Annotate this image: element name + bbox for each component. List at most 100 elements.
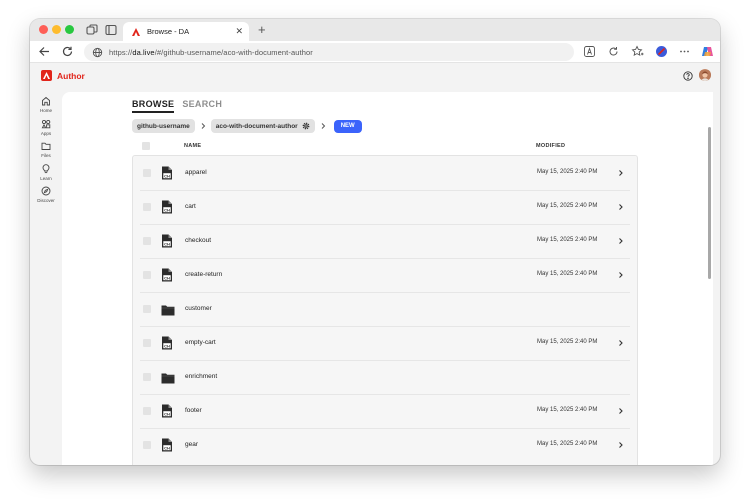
svg-text:CH: CH: [164, 411, 170, 416]
document-icon: CH: [161, 268, 173, 282]
list-item[interactable]: CH empty-cart May 15, 2025 2:40 PM: [133, 326, 637, 360]
workspaces-icon[interactable]: [85, 23, 99, 37]
tab-browse[interactable]: BROWSE: [132, 99, 175, 113]
list-item[interactable]: CH gear May 15, 2025 2:40 PM: [133, 428, 637, 462]
row-name[interactable]: gear: [185, 441, 198, 448]
list-item[interactable]: CH apparel May 15, 2025 2:40 PM: [133, 156, 637, 190]
gear-icon[interactable]: [302, 122, 310, 130]
row-checkbox[interactable]: [143, 169, 151, 177]
new-button[interactable]: NEW: [333, 119, 362, 133]
row-name[interactable]: customer: [185, 305, 212, 312]
folder-icon: [161, 371, 175, 384]
reader-mode-icon[interactable]: [583, 45, 596, 58]
tab-search[interactable]: SEARCH: [182, 99, 222, 113]
sidenav-label: Learn: [40, 176, 52, 181]
main-content: BROWSE SEARCH github-username aco-with-d…: [62, 92, 713, 465]
chevron-right-icon[interactable]: [617, 237, 624, 245]
extension-icon[interactable]: [607, 45, 620, 58]
row-divider: [140, 258, 630, 259]
column-header-name[interactable]: NAME: [184, 143, 201, 149]
row-modified: May 15, 2025 2:40 PM: [537, 237, 598, 243]
row-checkbox[interactable]: [143, 271, 151, 279]
title-bar: Browse - DA ✕ +: [30, 19, 720, 41]
new-tab-icon[interactable]: +: [258, 22, 266, 37]
favorites-star-icon[interactable]: [631, 45, 644, 58]
tab-actions-icon[interactable]: [104, 23, 118, 37]
active-tab[interactable]: Browse - DA ✕: [123, 22, 249, 41]
row-divider: [140, 190, 630, 191]
row-modified: May 15, 2025 2:40 PM: [537, 339, 598, 345]
select-all-checkbox[interactable]: [142, 142, 150, 150]
minimize-window-button[interactable]: [52, 25, 61, 34]
address-bar: https://da.live/#/github-username/aco-wi…: [30, 41, 720, 63]
folder-icon: [41, 142, 51, 150]
row-checkbox[interactable]: [143, 373, 151, 381]
profile-extension-icon[interactable]: [655, 45, 668, 58]
globe-icon: [92, 47, 103, 57]
row-checkbox[interactable]: [143, 407, 151, 415]
row-name[interactable]: empty-cart: [185, 339, 216, 346]
chevron-right-icon: [321, 123, 325, 129]
scrollbar-thumb[interactable]: [708, 127, 711, 279]
sidenav-item-apps[interactable]: Apps: [30, 119, 62, 136]
sidenav-item-learn[interactable]: Learn: [30, 164, 62, 181]
row-checkbox[interactable]: [143, 203, 151, 211]
chevron-right-icon[interactable]: [617, 339, 624, 347]
app-name[interactable]: Author: [57, 71, 85, 81]
sidenav-label: Files: [41, 153, 51, 158]
zoom-window-button[interactable]: [65, 25, 74, 34]
back-arrow-icon[interactable]: [38, 45, 51, 58]
copilot-icon[interactable]: [701, 45, 714, 58]
chevron-right-icon[interactable]: [617, 407, 624, 415]
row-checkbox[interactable]: [143, 305, 151, 313]
more-menu-icon[interactable]: [678, 45, 691, 58]
sidenav-item-discover[interactable]: Discover: [30, 186, 62, 203]
row-name[interactable]: enrichment: [185, 373, 217, 380]
column-header-modified[interactable]: MODIFIED: [536, 143, 565, 149]
list-item[interactable]: enrichment: [133, 360, 637, 394]
sidenav-item-home[interactable]: Home: [30, 96, 62, 113]
url-field[interactable]: https://da.live/#/github-username/aco-wi…: [84, 43, 574, 61]
row-divider: [140, 224, 630, 225]
apps-icon: [41, 119, 51, 129]
list-item[interactable]: CH cart May 15, 2025 2:40 PM: [133, 190, 637, 224]
row-modified: May 15, 2025 2:40 PM: [537, 169, 598, 175]
document-icon: CH: [161, 166, 173, 180]
row-divider: [140, 326, 630, 327]
row-name[interactable]: cart: [185, 203, 196, 210]
row-name[interactable]: footer: [185, 407, 202, 414]
list-item[interactable]: customer: [133, 292, 637, 326]
row-checkbox[interactable]: [143, 237, 151, 245]
list-item[interactable]: CH create-return May 15, 2025 2:40 PM: [133, 258, 637, 292]
close-tab-icon[interactable]: ✕: [235, 26, 243, 37]
row-name[interactable]: apparel: [185, 169, 207, 176]
chevron-right-icon[interactable]: [617, 203, 624, 211]
document-icon: CH: [161, 404, 173, 418]
breadcrumb-repo[interactable]: aco-with-document-author: [210, 119, 315, 133]
chevron-right-icon[interactable]: [617, 169, 624, 177]
row-checkbox[interactable]: [143, 441, 151, 449]
help-icon[interactable]: [683, 71, 693, 81]
breadcrumb-owner[interactable]: github-username: [132, 119, 195, 133]
file-list: CH apparel May 15, 2025 2:40 PM CH cart May 1…: [132, 155, 638, 465]
row-divider: [140, 292, 630, 293]
chevron-right-icon[interactable]: [617, 271, 624, 279]
row-name[interactable]: checkout: [185, 237, 211, 244]
row-divider: [140, 428, 630, 429]
row-name[interactable]: create-return: [185, 271, 222, 278]
close-window-button[interactable]: [39, 25, 48, 34]
adobe-logo-icon[interactable]: [41, 70, 52, 81]
list-item[interactable]: CH footer May 15, 2025 2:40 PM: [133, 394, 637, 428]
app-header: Author: [30, 63, 720, 88]
row-modified: May 15, 2025 2:40 PM: [537, 203, 598, 209]
refresh-icon[interactable]: [61, 45, 74, 58]
list-item[interactable]: CH checkout May 15, 2025 2:40 PM: [133, 224, 637, 258]
row-checkbox[interactable]: [143, 339, 151, 347]
folder-icon: [161, 303, 175, 316]
row-modified: May 15, 2025 2:40 PM: [537, 271, 598, 277]
user-avatar[interactable]: [699, 69, 711, 81]
sidenav-label: Discover: [37, 198, 55, 203]
chevron-right-icon[interactable]: [617, 441, 624, 449]
sidenav-item-files[interactable]: Files: [30, 141, 62, 158]
compass-icon: [41, 186, 51, 196]
